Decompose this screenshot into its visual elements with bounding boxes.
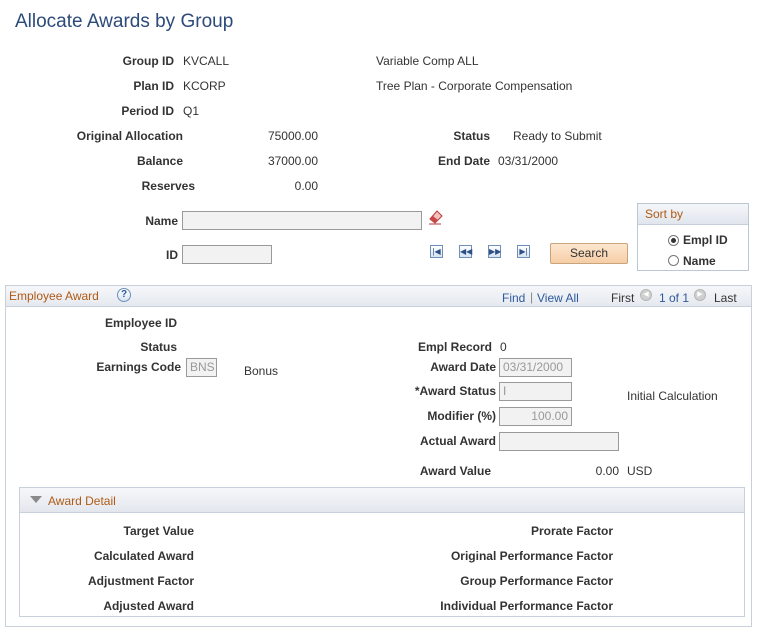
row-range: 1 of 1 — [659, 291, 690, 305]
name-input[interactable] — [182, 211, 422, 230]
calculated-award-label: Calculated Award — [93, 549, 194, 563]
reserves-label: Reserves — [141, 179, 195, 193]
balance-value: 37000.00 — [267, 154, 318, 168]
plan-id-value: KCORP — [183, 79, 226, 93]
first-page-icon[interactable]: |◀ — [430, 245, 443, 258]
end-date-value: 03/31/2000 — [498, 154, 559, 168]
prorate-factor-label: Prorate Factor — [530, 524, 613, 538]
earnings-description: Bonus — [244, 364, 279, 378]
period-id-value: Q1 — [183, 104, 200, 118]
balance-label: Balance — [136, 154, 183, 168]
eraser-icon[interactable] — [427, 207, 445, 228]
plan-description: Tree Plan - Corporate Compensation — [376, 79, 573, 93]
group-id-label: Group ID — [122, 54, 174, 68]
last-label: Last — [714, 291, 737, 305]
nav-separator: | — [530, 290, 534, 304]
adjusted-award-label: Adjusted Award — [103, 599, 194, 613]
award-status-description: Initial Calculation — [627, 389, 718, 403]
actual-award-field[interactable] — [499, 432, 619, 451]
award-date-label: Award Date — [430, 360, 496, 374]
award-currency: USD — [627, 464, 653, 478]
previous-row-icon[interactable]: ◀ — [640, 289, 652, 301]
status-value: Ready to Submit — [513, 129, 602, 143]
sort-name-radio[interactable] — [668, 255, 679, 266]
empl-record-value: 0 — [500, 340, 507, 354]
end-date-label: End Date — [437, 154, 490, 168]
award-detail-title[interactable]: Award Detail — [48, 494, 116, 508]
find-link[interactable]: Find — [502, 291, 525, 305]
sort-name-label: Name — [683, 254, 716, 268]
group-id-value: KVCALL — [183, 54, 230, 68]
next-row-icon[interactable]: ▶ — [694, 289, 706, 301]
group-performance-factor-label: Group Performance Factor — [460, 574, 613, 588]
collapse-triangle-icon[interactable] — [30, 496, 42, 503]
earnings-code-field: BNS — [186, 358, 217, 377]
award-detail-header[interactable] — [19, 487, 745, 513]
target-value-label: Target Value — [123, 524, 194, 538]
empl-record-label: Empl Record — [417, 340, 492, 354]
sort-emplid-radio[interactable] — [668, 235, 679, 246]
id-input[interactable] — [182, 245, 272, 264]
page-title: Allocate Awards by Group — [15, 11, 234, 32]
status-label: Status — [453, 129, 490, 143]
employee-id-label: Employee ID — [104, 316, 177, 330]
modifier-label: Modifier (%) — [427, 409, 496, 423]
adjustment-factor-label: Adjustment Factor — [87, 574, 194, 588]
sort-by-title: Sort by — [638, 204, 748, 225]
period-id-label: Period ID — [121, 104, 174, 118]
reserves-value: 0.00 — [294, 179, 318, 193]
modifier-field: 100.00 — [499, 407, 572, 426]
actual-award-label: Actual Award — [419, 434, 496, 448]
name-label: Name — [145, 214, 178, 228]
first-label: First — [611, 291, 635, 305]
previous-icon[interactable]: ◀◀ — [459, 245, 472, 258]
employee-status-label: Status — [140, 340, 177, 354]
search-button[interactable]: Search — [550, 243, 628, 264]
help-icon[interactable]: ? — [117, 288, 131, 302]
award-value-label: Award Value — [419, 464, 491, 478]
award-status-field[interactable]: I — [499, 382, 572, 401]
group-description: Variable Comp ALL — [376, 54, 479, 68]
plan-id-label: Plan ID — [133, 79, 174, 93]
original-allocation-label: Original Allocation — [76, 129, 183, 143]
award-status-label: *Award Status — [414, 384, 496, 398]
id-label: ID — [166, 248, 178, 262]
next-icon[interactable]: ▶▶ — [488, 245, 501, 258]
individual-performance-factor-label: Individual Performance Factor — [440, 599, 613, 613]
original-performance-factor-label: Original Performance Factor — [450, 549, 613, 563]
award-value: 0.00 — [595, 464, 619, 478]
sort-emplid-label: Empl ID — [683, 233, 728, 247]
award-date-field: 03/31/2000 — [499, 358, 572, 377]
original-allocation-value: 75000.00 — [267, 129, 318, 143]
view-all-link[interactable]: View All — [537, 291, 579, 305]
earnings-code-label: Earnings Code — [96, 360, 181, 374]
employee-award-title: Employee Award — [9, 289, 99, 303]
last-page-icon[interactable]: ▶| — [517, 245, 530, 258]
